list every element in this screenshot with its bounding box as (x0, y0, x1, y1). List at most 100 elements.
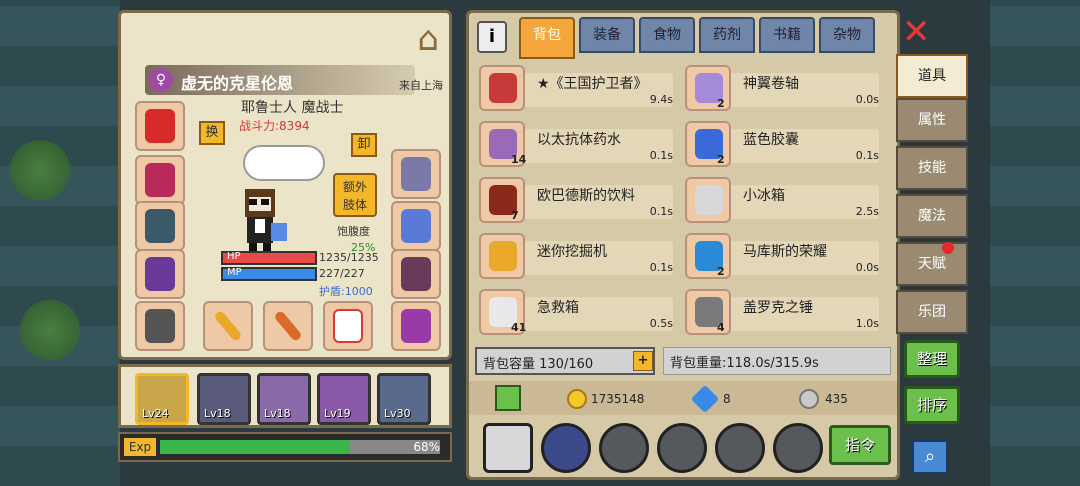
mp-value: 227/227 (319, 267, 365, 280)
item-count: 2 (717, 97, 725, 110)
skill-icon[interactable] (541, 423, 591, 473)
item-count: 14 (511, 153, 527, 166)
equip-slot-ring[interactable] (391, 301, 441, 351)
item-slot[interactable]: 41 (479, 289, 526, 335)
character-avatar (231, 183, 297, 255)
equip-slot-head[interactable] (135, 101, 185, 151)
sort-button[interactable]: 排序 (904, 386, 960, 424)
inspect-icon[interactable] (599, 423, 649, 473)
command-button[interactable]: 指令 (829, 425, 891, 465)
item-slot[interactable]: 4 (685, 289, 731, 335)
party-member-4[interactable]: Lv19 (317, 373, 371, 425)
side-tab-items[interactable]: 道具 (896, 54, 968, 98)
equip-slot-card[interactable] (323, 301, 373, 351)
close-icon[interactable]: ✕ (902, 12, 931, 52)
party-member-5[interactable]: Lv30 (377, 373, 431, 425)
inventory-item[interactable]: 14 以太抗体药水 0.1s (479, 121, 675, 167)
item-slot[interactable]: 2 (685, 121, 731, 167)
item-icon (489, 241, 517, 271)
background-right (990, 0, 1080, 486)
plant-decor (20, 300, 80, 360)
tab-misc[interactable]: 杂物 (819, 17, 875, 53)
inventory-item[interactable]: 迷你挖掘机 0.1s (479, 233, 675, 279)
inventory-item[interactable]: 2 蓝色胶囊 0.1s (685, 121, 881, 167)
party-member-1[interactable]: Lv24 (135, 373, 189, 425)
equip-slot-weapon-2[interactable] (263, 301, 313, 351)
item-slot[interactable] (685, 177, 731, 223)
side-tab-skills[interactable]: 技能 (896, 146, 968, 190)
item-weight: 0.1s (649, 149, 673, 162)
item-name: ★《王国护卫者》 (537, 76, 648, 92)
item-slot[interactable] (479, 65, 525, 111)
side-tab-talent[interactable]: 天赋 (896, 242, 968, 286)
character-name-bar: ♀ 虚无的克星伦恩 (145, 65, 415, 95)
item-slot[interactable]: 14 (479, 121, 527, 167)
side-tab-magic[interactable]: 魔法 (896, 194, 968, 238)
gloves-icon (401, 157, 431, 191)
side-tab-attributes[interactable]: 属性 (896, 98, 968, 142)
item-icon (695, 185, 723, 215)
side-tab-band[interactable]: 乐团 (896, 290, 968, 334)
equip-slot-gloves[interactable] (391, 149, 441, 199)
tab-equipment[interactable]: 装备 (579, 17, 635, 53)
inventory-item[interactable]: 7 欧巴德斯的饮料 0.1s (479, 177, 675, 223)
party-order-icon[interactable] (483, 423, 533, 473)
equip-slot-armor[interactable] (135, 249, 185, 299)
item-name: 神翼卷轴 (743, 76, 799, 92)
equip-slot-device[interactable] (391, 201, 441, 251)
exp-track (160, 440, 440, 454)
tab-potion[interactable]: 药剂 (699, 17, 755, 53)
swap-button[interactable]: 换 (199, 121, 225, 145)
inventory-item[interactable]: 小冰箱 2.5s (685, 177, 881, 223)
item-name: 盖罗克之锤 (743, 300, 813, 316)
item-weight: 9.4s (649, 93, 673, 106)
tab-backpack[interactable]: 背包 (519, 17, 575, 59)
item-weight: 0.1s (649, 205, 673, 218)
inventory-item[interactable]: 2 马库斯的荣耀 0.0s (685, 233, 881, 279)
party-member-2[interactable]: Lv18 (197, 373, 251, 425)
search-magnify-icon[interactable] (657, 423, 707, 473)
extra-limb-button[interactable]: 额外 肢体 (333, 173, 377, 217)
crystal-icon[interactable] (773, 423, 823, 473)
character-panel: ⌂ ♀ 虚无的克星伦恩 来自上海 耶鲁士人 魔战士 战斗力:8394 换 卸 额… (118, 10, 452, 360)
ring-icon (401, 309, 431, 343)
hunger-label: 饱腹度 (337, 225, 370, 238)
inventory-item[interactable]: 41 急救箱 0.5s (479, 289, 675, 335)
inventory-item[interactable]: ★《王国护卫者》 9.4s (479, 65, 675, 111)
weight-box: 背包重量:118.0s/315.9s (663, 347, 891, 375)
exp-value: 68% (413, 440, 440, 454)
item-slot[interactable] (479, 233, 525, 279)
item-slot[interactable]: 2 (685, 65, 731, 111)
capacity-plus-button[interactable]: + (633, 351, 653, 371)
equip-slot-boots[interactable] (391, 249, 441, 299)
equip-slot-belt[interactable] (135, 301, 185, 351)
tab-food[interactable]: 食物 (639, 17, 695, 53)
download-icon[interactable] (495, 385, 521, 411)
item-count: 2 (717, 153, 725, 166)
amulet-icon (145, 163, 175, 197)
item-name: 小冰箱 (743, 188, 785, 204)
tab-books[interactable]: 书籍 (759, 17, 815, 53)
item-slot[interactable]: 2 (685, 233, 731, 279)
item-slot[interactable]: 7 (479, 177, 525, 223)
info-button[interactable]: i (477, 21, 507, 53)
equip-slot-weapon-1[interactable] (203, 301, 253, 351)
search-icon[interactable]: ⌕ (912, 440, 948, 474)
swap-icon[interactable] (715, 423, 765, 473)
spear-icon (273, 309, 303, 343)
item-name: 迷你挖掘机 (537, 244, 607, 260)
equip-slot-neck[interactable] (135, 155, 185, 205)
exp-bar: Exp 68% (118, 432, 452, 462)
hanger-icon[interactable]: ⌂ (417, 19, 439, 59)
party-member-3[interactable]: Lv18 (257, 373, 311, 425)
inventory-item[interactable]: 4 盖罗克之锤 1.0s (685, 289, 881, 335)
equip-slot-cloak[interactable] (135, 201, 185, 251)
exp-fill (160, 440, 351, 454)
hp-bar: HP (221, 251, 317, 265)
headphones-icon (145, 109, 175, 143)
inventory-item[interactable]: 2 神翼卷轴 0.0s (685, 65, 881, 111)
unequip-button[interactable]: 卸 (351, 133, 377, 157)
gold-coin-icon (567, 389, 587, 409)
organize-button[interactable]: 整理 (904, 340, 960, 378)
capacity-box: 背包容量 130/160 + (475, 347, 655, 375)
